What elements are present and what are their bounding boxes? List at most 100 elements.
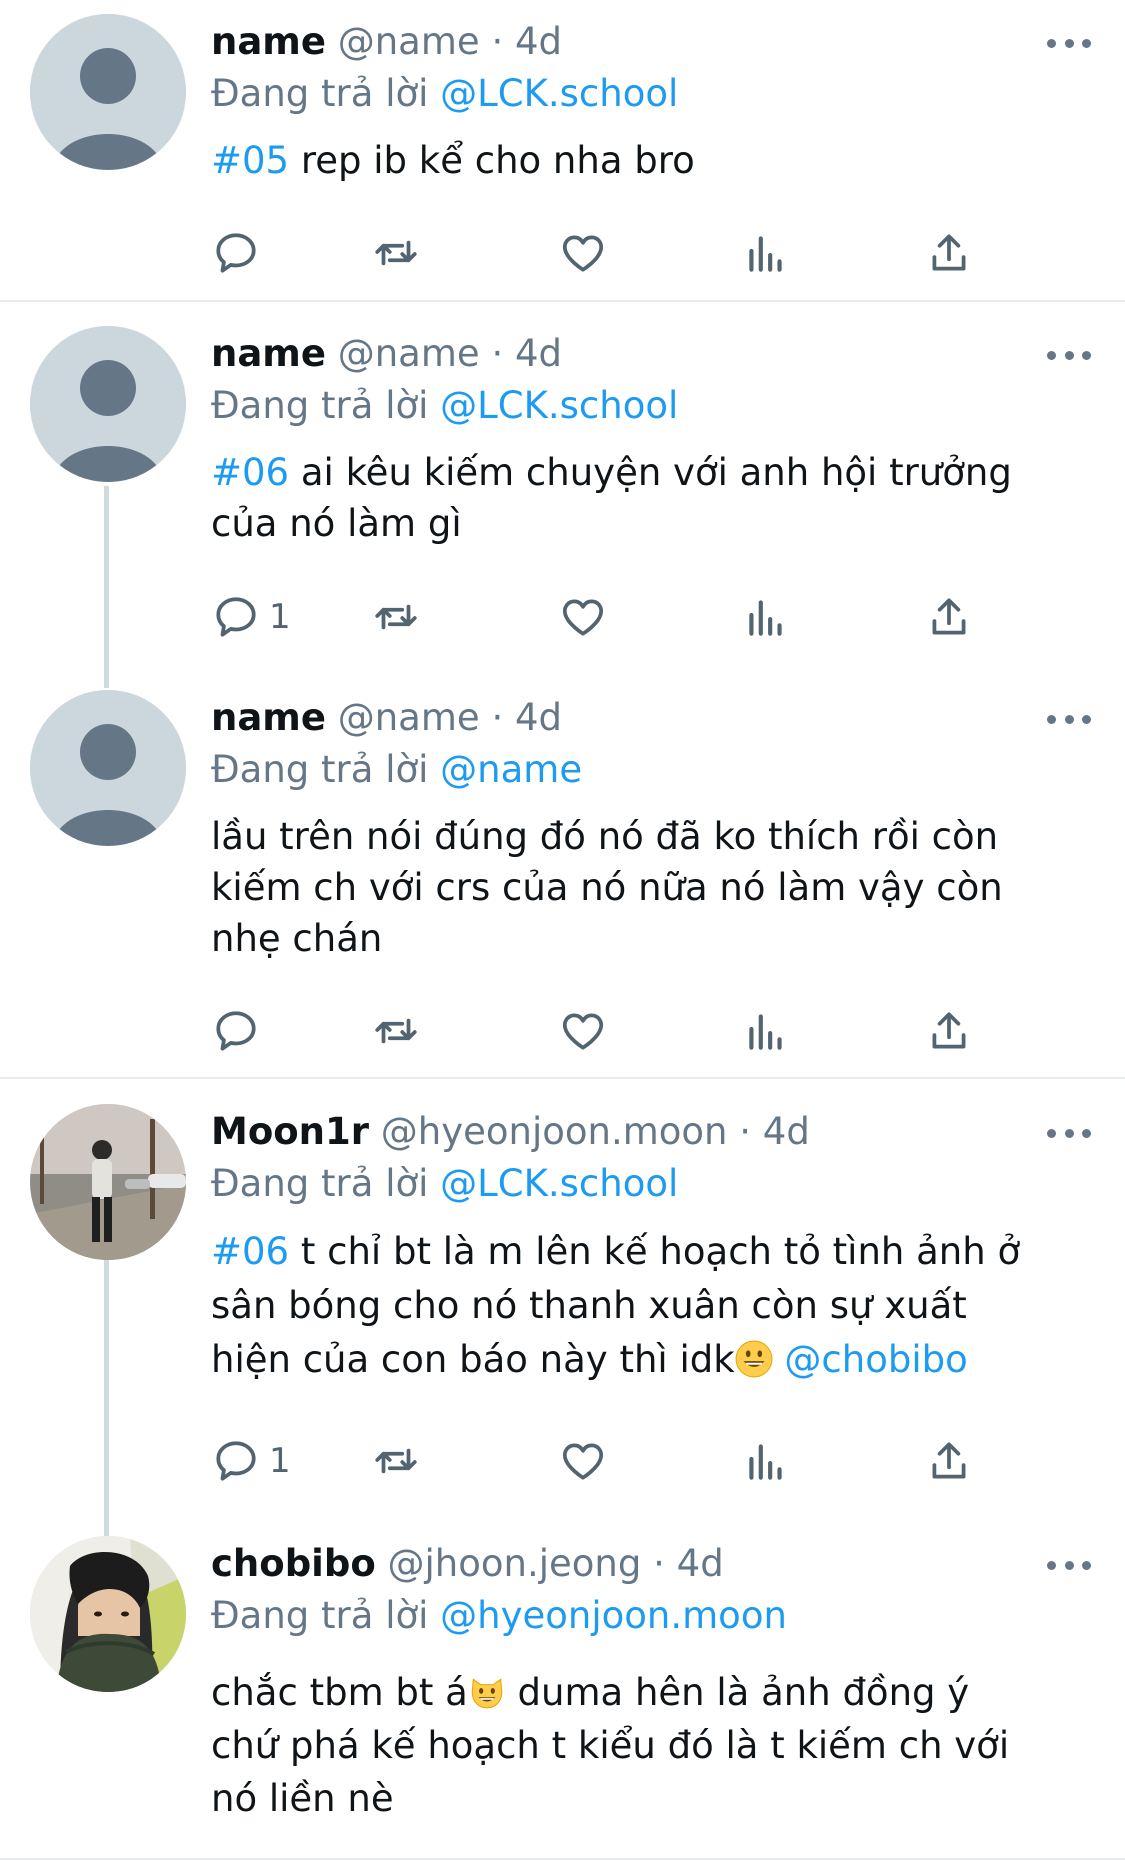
cat-emoji-icon xyxy=(471,1678,503,1709)
tweet-text: chắc tbm bt á duma hên là ảnh đồng ý chứ… xyxy=(211,1666,1035,1825)
timestamp[interactable]: 4d xyxy=(515,20,562,63)
user-handle[interactable]: @name xyxy=(338,332,480,375)
default-avatar-icon xyxy=(30,326,186,482)
separator-dot: · xyxy=(491,332,504,375)
heart-icon xyxy=(562,235,604,272)
retweet-icon xyxy=(375,1448,417,1474)
separator-dot: · xyxy=(739,1110,752,1153)
user-avatar[interactable] xyxy=(30,1104,186,1260)
analytics-icon xyxy=(749,600,782,636)
tweet-divider xyxy=(0,1077,1125,1079)
default-avatar[interactable] xyxy=(30,690,186,846)
analytics-icon xyxy=(749,1444,782,1480)
replying-to: Đang trả lời @LCK.school xyxy=(211,68,1035,120)
hashtag-link[interactable]: #05 xyxy=(211,139,289,182)
reply-prefix: Đang trả lời xyxy=(211,384,429,427)
display-name[interactable]: name xyxy=(211,332,326,375)
analytics-icon xyxy=(749,1014,782,1050)
tweet-text: #05 rep ib kể cho nha bro xyxy=(211,135,1035,186)
replying-to: Đang trả lời @hyeonjoon.moon xyxy=(211,1590,1035,1642)
views-button[interactable] xyxy=(741,1433,791,1489)
more-icon[interactable] xyxy=(1047,348,1091,362)
timestamp[interactable]: 4d xyxy=(515,696,562,739)
hashtag-link[interactable]: #06 xyxy=(211,451,289,494)
tweet-actions: 1 xyxy=(211,1433,1001,1489)
tweet-header: name @name · 4d xyxy=(211,16,1035,68)
reply-button[interactable] xyxy=(211,1003,269,1059)
separator-dot: · xyxy=(653,1542,665,1585)
replying-to: Đang trả lời @LCK.school xyxy=(211,1158,1035,1210)
tweet-divider xyxy=(0,300,1125,302)
retweet-button[interactable] xyxy=(371,1003,421,1059)
reply-to-link[interactable]: @LCK.school xyxy=(440,1162,678,1205)
views-button[interactable] xyxy=(741,225,791,281)
mention-link[interactable]: @chobibo xyxy=(773,1338,967,1381)
share-button[interactable] xyxy=(924,1003,974,1059)
user-handle[interactable]: @hyeonjoon.moon xyxy=(381,1110,728,1153)
user-handle[interactable]: @name xyxy=(338,696,480,739)
share-icon xyxy=(932,598,966,635)
heart-icon xyxy=(562,1013,604,1050)
tweet-body: chắc tbm bt á xyxy=(211,1671,468,1714)
retweet-button[interactable] xyxy=(371,1433,421,1489)
reply-to-link[interactable]: @name xyxy=(440,748,582,791)
replying-to: Đang trả lời @name xyxy=(211,744,1035,796)
default-avatar-icon xyxy=(30,690,186,846)
reply-button[interactable]: 1 xyxy=(211,1433,291,1489)
timestamp[interactable]: 4d xyxy=(677,1542,724,1585)
tweet-actions xyxy=(211,1003,1001,1059)
display-name[interactable]: chobibo xyxy=(211,1542,376,1585)
like-button[interactable] xyxy=(558,225,608,281)
reply-prefix: Đang trả lời xyxy=(211,1594,429,1637)
share-icon xyxy=(932,1442,966,1479)
tweet-header: chobibo @jhoon.jeong · 4d xyxy=(211,1538,1035,1590)
reply-button[interactable]: 1 xyxy=(211,589,291,645)
views-button[interactable] xyxy=(741,589,791,645)
user-avatar[interactable] xyxy=(30,1536,186,1692)
retweet-icon xyxy=(375,1018,417,1044)
photo-avatar-icon xyxy=(30,1536,186,1692)
like-button[interactable] xyxy=(558,1433,608,1489)
reply-button[interactable] xyxy=(211,225,269,281)
like-button[interactable] xyxy=(558,589,608,645)
display-name[interactable]: name xyxy=(211,696,326,739)
tweet-text: lầu trên nói đúng đó nó đã ko thích rồi … xyxy=(211,815,1003,960)
reply-to-link[interactable]: @hyeonjoon.moon xyxy=(440,1594,787,1637)
display-name[interactable]: Moon1r xyxy=(211,1110,369,1153)
reply-prefix: Đang trả lời xyxy=(211,72,429,115)
thread-line xyxy=(104,1258,109,1538)
share-button[interactable] xyxy=(924,589,974,645)
reply-icon xyxy=(216,597,256,637)
thread-line xyxy=(104,486,109,688)
reply-to-link[interactable]: @LCK.school xyxy=(440,72,678,115)
views-button[interactable] xyxy=(741,1003,791,1059)
user-handle[interactable]: @jhoon.jeong xyxy=(388,1542,642,1585)
tweet-header: name @name · 4d xyxy=(211,328,1035,380)
default-avatar[interactable] xyxy=(30,14,186,170)
more-icon[interactable] xyxy=(1047,36,1091,50)
share-button[interactable] xyxy=(924,225,974,281)
separator-dot: · xyxy=(491,696,504,739)
tweet-actions xyxy=(211,225,1001,281)
more-icon[interactable] xyxy=(1047,1126,1091,1140)
reply-to-link[interactable]: @LCK.school xyxy=(440,384,678,427)
display-name[interactable]: name xyxy=(211,20,326,63)
user-handle[interactable]: @name xyxy=(338,20,480,63)
tweet-header: Moon1r @hyeonjoon.moon · 4d xyxy=(211,1106,1035,1158)
heart-icon xyxy=(562,1443,604,1480)
reply-icon xyxy=(216,1441,256,1481)
like-button[interactable] xyxy=(558,1003,608,1059)
timestamp[interactable]: 4d xyxy=(515,332,562,375)
reply-count: 1 xyxy=(269,1441,291,1481)
timestamp[interactable]: 4d xyxy=(763,1110,810,1153)
share-button[interactable] xyxy=(924,1433,974,1489)
default-avatar[interactable] xyxy=(30,326,186,482)
heart-icon xyxy=(562,599,604,636)
retweet-button[interactable] xyxy=(371,589,421,645)
tweet-body: ai kêu kiếm chuyện với anh hội trưởng củ… xyxy=(211,451,1012,545)
default-avatar-icon xyxy=(30,14,186,170)
retweet-button[interactable] xyxy=(371,225,421,281)
more-icon[interactable] xyxy=(1047,712,1091,726)
hashtag-link[interactable]: #06 xyxy=(211,1230,289,1273)
more-icon[interactable] xyxy=(1047,1558,1091,1572)
